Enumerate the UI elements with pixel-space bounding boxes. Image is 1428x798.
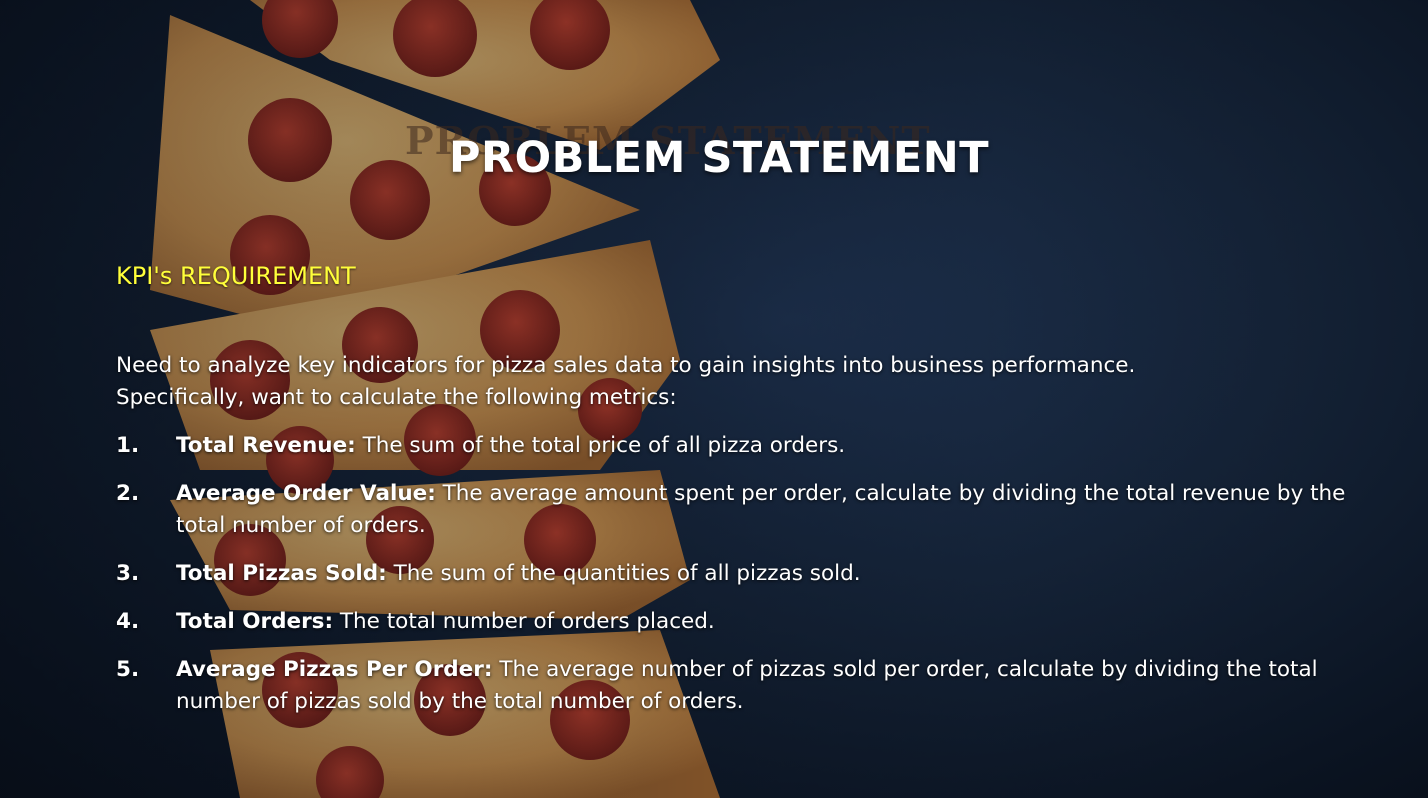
slide: PROBLEM STATEMENT PROBLEM STATEMENT KPI'…: [0, 0, 1428, 798]
kpi-item: 5. Average Pizzas Per Order: The average…: [116, 654, 1346, 718]
intro-line-2: Specifically, want to calculate the foll…: [116, 385, 677, 410]
slide-content: PROBLEM STATEMENT PROBLEM STATEMENT KPI'…: [0, 0, 1428, 798]
kpi-number: 4.: [116, 609, 140, 634]
section-heading: KPI's REQUIREMENT: [116, 262, 356, 290]
kpi-name: Average Order Value:: [176, 481, 436, 506]
kpi-description: The sum of the quantities of all pizzas …: [393, 561, 861, 586]
kpi-description: The sum of the total price of all pizza …: [362, 433, 846, 458]
kpi-number: 1.: [116, 433, 140, 458]
kpi-name: Total Orders:: [176, 609, 334, 634]
kpi-name: Total Revenue:: [176, 433, 356, 458]
kpi-item: 1. Total Revenue: The sum of the total p…: [116, 430, 1346, 462]
kpi-name: Total Pizzas Sold:: [176, 561, 387, 586]
intro-line-1: Need to analyze key indicators for pizza…: [116, 353, 1136, 378]
slide-title: PROBLEM STATEMENT: [448, 133, 990, 183]
kpi-list: 1. Total Revenue: The sum of the total p…: [116, 430, 1346, 734]
kpi-item: 2. Average Order Value: The average amou…: [116, 478, 1346, 542]
kpi-item: 4. Total Orders: The total number of ord…: [116, 606, 1346, 638]
kpi-item: 3. Total Pizzas Sold: The sum of the qua…: [116, 558, 1346, 590]
kpi-name: Average Pizzas Per Order:: [176, 657, 493, 682]
intro-paragraph: Need to analyze key indicators for pizza…: [116, 350, 1336, 414]
kpi-number: 3.: [116, 561, 140, 586]
kpi-number: 2.: [116, 481, 140, 506]
kpi-description: The total number of orders placed.: [339, 609, 715, 634]
kpi-number: 5.: [116, 657, 140, 682]
